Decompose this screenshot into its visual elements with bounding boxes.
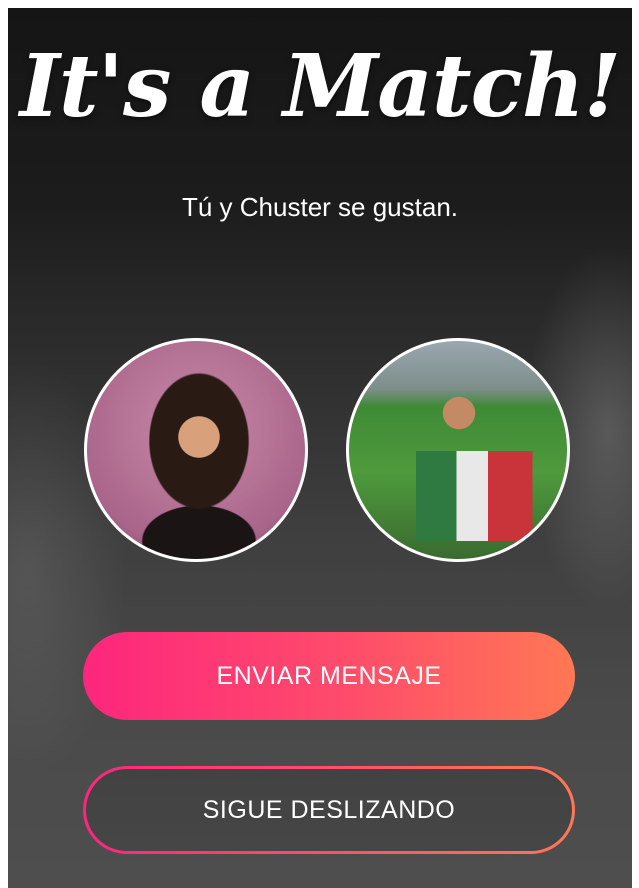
match-screen: It's a Match! Tú y Chuster se gustan. EN… [8, 8, 632, 888]
send-message-button[interactable]: ENVIAR MENSAJE [83, 632, 575, 720]
match-title: It's a Match! [19, 36, 622, 137]
user-avatar [84, 338, 308, 562]
match-avatar [346, 338, 570, 562]
keep-swiping-button[interactable]: SIGUE DESLIZANDO [83, 766, 575, 854]
match-subtitle: Tú y Chuster se gustan. [181, 192, 459, 222]
